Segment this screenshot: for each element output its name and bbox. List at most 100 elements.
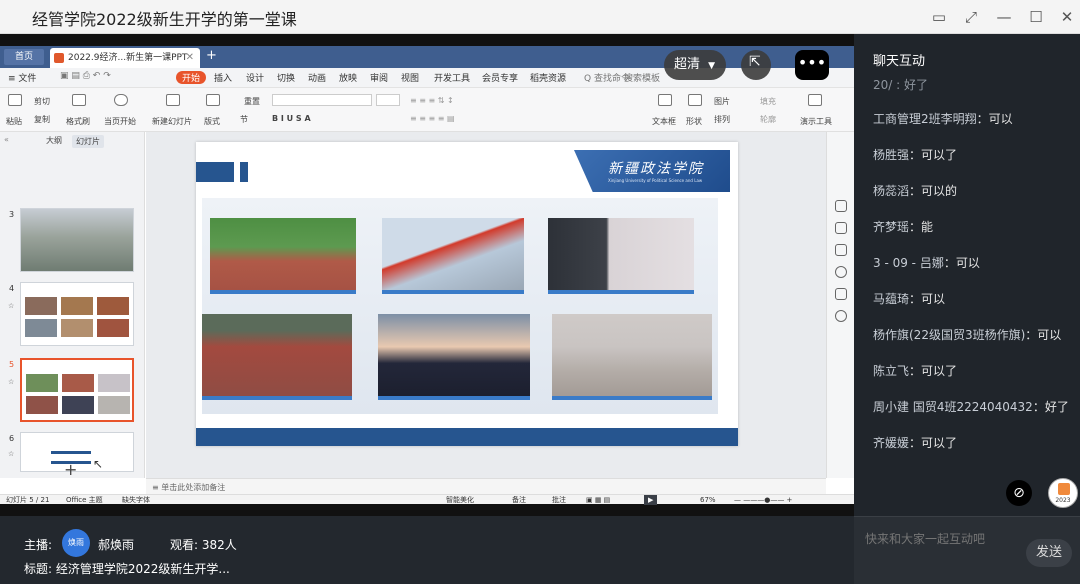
menu-transition: 切换 <box>277 74 296 84</box>
chevron-down-icon: ▼ <box>708 61 716 71</box>
thumb-photo <box>62 396 94 414</box>
chat-message: 周小建 国贸4班2224040432：好了 <box>873 400 1069 414</box>
ribbon-section: 节 <box>240 115 248 124</box>
ribbon-format-painter: 格式刷 <box>66 117 90 126</box>
chat-text: 可以了 <box>921 148 958 162</box>
menu-animation: 动画 <box>308 74 327 84</box>
slide-accent-block <box>196 162 234 182</box>
ribbon-new-slide: 新建幻灯片 <box>152 117 192 126</box>
chat-input[interactable] <box>865 529 1015 549</box>
thumb-photo <box>97 319 129 337</box>
menu-member: 会员专享 <box>482 74 519 84</box>
thumb-number-3: 3 <box>9 210 15 219</box>
campus-aerial-image <box>21 209 133 271</box>
thumb-photo <box>61 297 93 315</box>
thumb-number-5: 5 <box>9 360 15 369</box>
chat-message-faded: 20/ : 好了 <box>873 78 928 92</box>
host-label: 主播: <box>24 538 53 552</box>
thumb-number-6: 6 <box>9 434 15 443</box>
maximize-icon[interactable]: ☐ <box>1025 6 1047 28</box>
status-slide-count: 幻灯片 5 / 21 <box>6 496 50 504</box>
menu-template-search: 搜索模板 <box>624 74 661 84</box>
chat-user: 工商管理2班李明翔 <box>873 112 977 126</box>
status-beautify: 智能美化 <box>446 496 474 504</box>
paragraph-buttons: ≡ ≡ ≡ ⇅ ↕ <box>410 96 454 105</box>
chat-panel: 聊天互动 20/ : 好了 工商管理2班李明翔：可以 杨胜强：可以了 杨蕊滔：可… <box>854 34 1080 516</box>
wps-menu-bar: ≡ 文件 ▣ ▤ ⎙ ↶ ↷ 开始 插入 设计 切换 动画 放映 审阅 视图 开… <box>0 68 854 88</box>
current-slide: 新疆政法学院 Xinjiang University of Political … <box>196 142 738 446</box>
layout-icon <box>206 94 220 106</box>
chat-text: 可以 <box>921 292 946 306</box>
minimize-icon[interactable]: — <box>993 6 1015 28</box>
location-icon <box>835 310 847 322</box>
slide-thumbnail-panel: « 大纲 幻灯片 3 4 ☆ 5 ☆ 6 ☆ ↖ + <box>0 132 145 479</box>
mouse-cursor-icon: ↖ <box>93 457 104 471</box>
menu-insert: 插入 <box>214 74 233 84</box>
ribbon-presentation-tools: 演示工具 <box>800 117 832 126</box>
textbox-icon <box>658 94 672 106</box>
chat-user: 陈立飞 <box>873 364 910 378</box>
photo-flag-raising <box>382 218 524 294</box>
chat-message: 3 - 09 - 吕娜：可以 <box>873 256 980 270</box>
chat-message: 杨作旗(22级国贸3班杨作旗)：可以 <box>873 328 1062 342</box>
toolbar-quick-icons: ▣ ▤ ⎙ ↶ ↷ <box>60 71 111 81</box>
photo-classroom <box>552 314 712 400</box>
slide-accent-block <box>240 162 248 182</box>
picture-in-picture-icon[interactable]: ▭ <box>928 6 950 28</box>
chat-message: 齐媛媛：可以了 <box>873 436 958 450</box>
animation-star-icon: ☆ <box>8 450 15 458</box>
notes-icon: ≡ <box>152 483 162 492</box>
ribbon-cut: 剪切 <box>34 97 50 106</box>
send-button[interactable]: 发送 <box>1026 539 1072 567</box>
link-icon[interactable]: ⊘ <box>1006 480 1032 506</box>
settings-icon <box>835 200 847 212</box>
thumb-photo <box>62 374 94 392</box>
tab-slides: 幻灯片 <box>72 135 104 148</box>
animation-star-icon: ☆ <box>8 302 15 310</box>
more-button[interactable]: ••• <box>795 50 829 80</box>
align-buttons: ≡ ≡ ≡ ≡ ▤ <box>410 114 455 123</box>
ribbon-layout: 版式 <box>204 117 220 126</box>
photo-speaker <box>548 218 694 294</box>
live-stream-view[interactable]: 首页 2022.9经济...新生第一课PPT ✕ + ≡ 文件 ▣ ▤ ⎙ ↶ … <box>0 34 854 516</box>
thumb-photo <box>26 374 58 392</box>
photo-honor-guard <box>378 314 530 400</box>
tab-outline: 大纲 <box>46 136 62 145</box>
avatar-label: 2023 <box>1055 497 1071 504</box>
new-slide-icon <box>166 94 180 106</box>
thumb-photo <box>98 396 130 414</box>
university-logo-text: 新疆政法学院 <box>608 161 704 177</box>
wps-right-toolbar <box>826 132 854 478</box>
slide-footer-bar <box>196 428 738 446</box>
menu-view: 视图 <box>401 74 420 84</box>
animation-star-icon: ☆ <box>8 378 15 386</box>
chat-text: 可以 <box>988 112 1013 126</box>
ribbon-picture: 图片 <box>714 97 730 106</box>
format-painter-icon <box>72 94 86 106</box>
ribbon-arrange: 排列 <box>714 115 730 124</box>
font-name-field <box>272 94 372 106</box>
slide-canvas: 新疆政法学院 Xinjiang University of Political … <box>146 132 826 478</box>
status-theme: Office 主题 <box>66 496 103 504</box>
status-comments: 批注 <box>552 496 566 504</box>
chat-text: 可以了 <box>921 364 958 378</box>
wps-doc-tab-label: 2022.9经济...新生第一课PPT <box>68 53 188 63</box>
ribbon-outline: 轮廓 <box>760 115 776 124</box>
chat-text: 好了 <box>1044 400 1069 414</box>
university-banner: 新疆政法学院 Xinjiang University of Political … <box>574 150 730 192</box>
quality-button[interactable]: 超清 ▼ <box>664 50 726 80</box>
host-avatar[interactable]: 焕雨 <box>62 529 90 557</box>
menu-home: 开始 <box>176 71 207 84</box>
share-button[interactable]: ⇱ <box>741 50 771 80</box>
chat-text: 可以 <box>1037 328 1062 342</box>
menu-design: 设计 <box>246 74 265 84</box>
fullscreen-icon[interactable]: ⤢ <box>960 6 982 28</box>
ribbon-play-current: 当页开始 <box>104 117 136 126</box>
status-missing-font: 缺失字体 <box>122 496 150 504</box>
help-icon <box>835 266 847 278</box>
user-avatar[interactable]: 2023 <box>1048 478 1078 508</box>
chat-message: 工商管理2班李明翔：可以 <box>873 112 1013 126</box>
presentation-tools-icon <box>808 94 822 106</box>
close-icon[interactable]: ✕ <box>1056 6 1078 28</box>
ribbon-textbox: 文本框 <box>652 117 676 126</box>
